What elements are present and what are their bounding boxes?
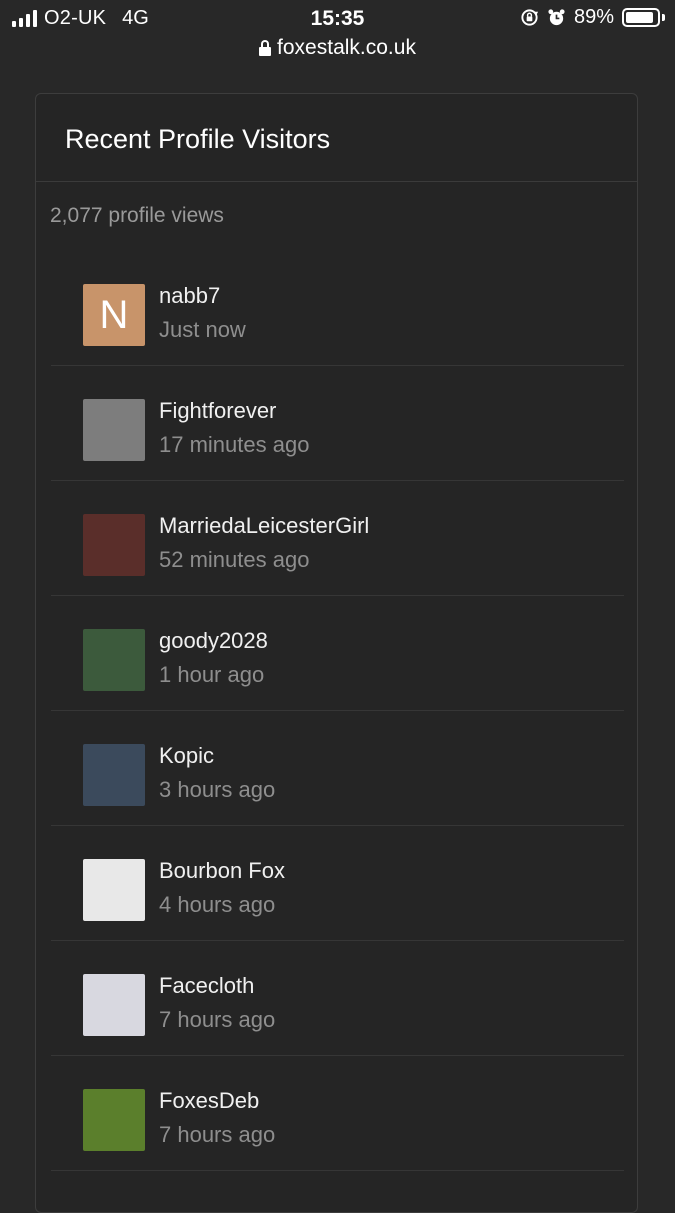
visitor-row[interactable]: MarriedaLeicesterGirl 52 minutes ago xyxy=(51,481,624,596)
card-title: Recent Profile Visitors xyxy=(36,94,637,182)
visitor-name[interactable]: Bourbon Fox xyxy=(159,858,285,884)
battery-icon xyxy=(622,8,660,27)
visitor-list: Nnabb7 Just now Fightforever 17 minutes ago… xyxy=(36,252,637,1171)
profile-visitors-card: Recent Profile Visitors 2,077 profile vi… xyxy=(35,93,638,1213)
battery-tip xyxy=(662,14,665,21)
visit-time: 17 minutes ago xyxy=(159,432,310,457)
avatar[interactable] xyxy=(83,399,145,461)
visitor-name[interactable]: nabb7 xyxy=(159,283,220,309)
avatar[interactable]: N xyxy=(83,284,145,346)
address-bar[interactable]: foxestalk.co.uk xyxy=(0,36,675,60)
visitor-name[interactable]: goody2028 xyxy=(159,628,268,654)
avatar-letter: N xyxy=(99,292,129,337)
visit-time: 3 hours ago xyxy=(159,777,276,802)
visitor-name[interactable]: Kopic xyxy=(159,743,214,769)
profile-views-count: 2,077 profile views xyxy=(50,204,224,227)
battery-fill xyxy=(626,12,653,23)
avatar[interactable] xyxy=(83,974,145,1036)
visit-time: Just now xyxy=(159,317,246,342)
visitor-name[interactable]: Facecloth xyxy=(159,973,254,999)
visitor-name[interactable]: FoxesDeb xyxy=(159,1088,259,1114)
avatar[interactable] xyxy=(83,859,145,921)
visitor-row[interactable]: Bourbon Fox 4 hours ago xyxy=(51,826,624,941)
battery-percent: 89% xyxy=(573,6,614,28)
visitor-row[interactable]: Kopic 3 hours ago xyxy=(51,711,624,826)
avatar[interactable] xyxy=(83,744,145,806)
visitor-name[interactable]: MarriedaLeicesterGirl xyxy=(159,513,369,539)
visitor-row[interactable]: FoxesDeb 7 hours ago xyxy=(51,1056,624,1171)
status-bar: O2-UK 4G 15:35 89% xyxy=(0,0,675,36)
visit-time: 7 hours ago xyxy=(159,1007,276,1032)
visitor-row[interactable]: Facecloth 7 hours ago xyxy=(51,941,624,1056)
status-right: 89% xyxy=(520,6,665,29)
visitor-row[interactable]: Fightforever 17 minutes ago xyxy=(51,366,624,481)
avatar[interactable] xyxy=(83,629,145,691)
visit-time: 7 hours ago xyxy=(159,1122,276,1147)
visit-time: 52 minutes ago xyxy=(159,547,310,572)
url-text[interactable]: foxestalk.co.uk xyxy=(277,36,416,60)
visitor-name[interactable]: Fightforever xyxy=(159,398,276,424)
lock-icon xyxy=(259,40,272,56)
visit-time: 4 hours ago xyxy=(159,892,276,917)
avatar[interactable] xyxy=(83,1089,145,1151)
avatar[interactable] xyxy=(83,514,145,576)
visit-time: 1 hour ago xyxy=(159,662,265,687)
alarm-icon xyxy=(548,9,565,26)
visitor-row[interactable]: Nnabb7 Just now xyxy=(51,252,624,366)
visitor-row[interactable]: goody2028 1 hour ago xyxy=(51,596,624,711)
orientation-lock-icon xyxy=(521,9,539,26)
